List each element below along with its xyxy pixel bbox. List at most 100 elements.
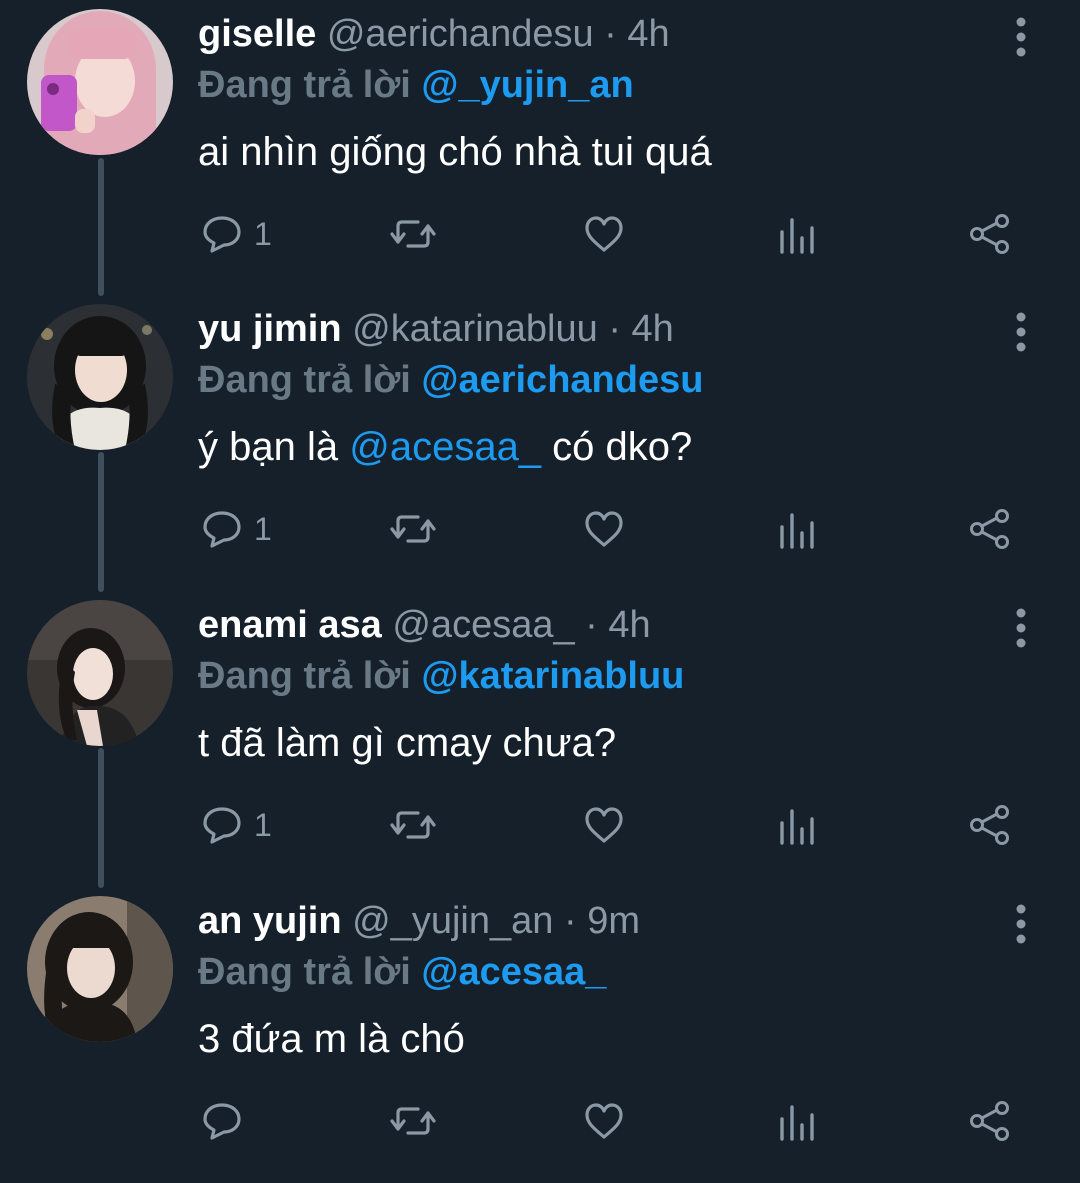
like-icon (582, 212, 626, 256)
tweet-actions: 1 (0, 204, 1080, 264)
analytics-icon (778, 507, 816, 551)
replying-to-label: Đang trả lời (198, 64, 411, 106)
conversation-thread: giselle @aerichandesu · 4h Đang trả lời … (0, 0, 1080, 1157)
retweet-button[interactable] (388, 204, 438, 264)
avatar[interactable] (27, 896, 173, 1042)
avatar[interactable] (27, 600, 173, 746)
timestamp[interactable]: 4h (608, 604, 650, 646)
reply-count: 1 (254, 215, 272, 252)
reply-button[interactable]: 1 (200, 795, 272, 855)
share-icon (968, 803, 1012, 847)
timestamp[interactable]: 9m (587, 900, 640, 942)
tweet[interactable]: yu jimin @katarinabluu · 4h Đang trả lời… (0, 295, 1080, 591)
user-handle[interactable]: @acesaa_ (392, 604, 574, 646)
replying-to-label: Đang trả lời (198, 951, 411, 993)
analytics-button[interactable] (778, 795, 816, 855)
retweet-icon (388, 803, 438, 847)
tweet-text-part: ai nhìn giống chó nhà tui quá (198, 130, 712, 174)
reply-count: 1 (254, 510, 272, 547)
analytics-icon (778, 1099, 816, 1143)
tweet[interactable]: giselle @aerichandesu · 4h Đang trả lời … (0, 0, 1080, 296)
retweet-button[interactable] (388, 795, 438, 855)
timestamp[interactable]: 4h (632, 308, 674, 350)
tweet-header: an yujin @_yujin_an · 9m (198, 897, 640, 945)
share-button[interactable] (968, 204, 1012, 264)
separator-dot: · (563, 900, 577, 942)
replying-to: Đang trả lời @katarinabluu (198, 651, 684, 701)
like-button[interactable] (582, 1091, 626, 1151)
analytics-button[interactable] (778, 499, 816, 559)
share-icon (968, 1099, 1012, 1143)
analytics-icon (778, 803, 816, 847)
tweet-actions: 1 (0, 499, 1080, 559)
like-icon (582, 803, 626, 847)
tweet-text: ý bạn là @acesaa_ có dko? (198, 417, 692, 477)
separator-dot: · (604, 13, 617, 55)
tweet-text: t đã làm gì cmay chưa? (198, 713, 616, 773)
more-icon[interactable] (1006, 12, 1036, 62)
more-icon[interactable] (1006, 603, 1036, 653)
separator-dot: · (608, 308, 621, 350)
like-button[interactable] (582, 204, 626, 264)
more-icon[interactable] (1006, 307, 1036, 357)
reply-icon (200, 1099, 244, 1143)
retweet-icon (388, 507, 438, 551)
display-name[interactable]: an yujin (198, 900, 342, 942)
replying-to-mention[interactable]: @katarinabluu (421, 655, 684, 697)
like-button[interactable] (582, 499, 626, 559)
replying-to: Đang trả lời @aerichandesu (198, 355, 703, 405)
like-icon (582, 1099, 626, 1143)
tweet[interactable]: enami asa @acesaa_ · 4h Đang trả lời @ka… (0, 591, 1080, 887)
avatar[interactable] (27, 9, 173, 155)
tweet-text-part: ý bạn là (198, 425, 350, 469)
share-button[interactable] (968, 499, 1012, 559)
reply-button[interactable] (200, 1091, 254, 1151)
retweet-icon (388, 212, 438, 256)
replying-to-mention[interactable]: @_yujin_an (421, 64, 633, 106)
replying-to-mention[interactable]: @acesaa_ (421, 951, 606, 993)
reply-button[interactable]: 1 (200, 204, 272, 264)
tweet-header: enami asa @acesaa_ · 4h (198, 601, 651, 649)
replying-to: Đang trả lời @acesaa_ (198, 947, 606, 997)
reply-icon (200, 212, 244, 256)
tweet-header: yu jimin @katarinabluu · 4h (198, 305, 674, 353)
user-handle[interactable]: @aerichandesu (327, 13, 594, 55)
retweet-button[interactable] (388, 499, 438, 559)
tweet-mention-link[interactable]: @acesaa_ (349, 425, 541, 469)
more-icon[interactable] (1006, 899, 1036, 949)
tweet-text: ai nhìn giống chó nhà tui quá (198, 122, 712, 182)
share-icon (968, 212, 1012, 256)
reply-icon (200, 507, 244, 551)
replying-to-mention[interactable]: @aerichandesu (421, 359, 703, 401)
analytics-icon (778, 212, 816, 256)
user-handle[interactable]: @_yujin_an (352, 900, 553, 942)
display-name[interactable]: enami asa (198, 604, 382, 646)
replying-to: Đang trả lời @_yujin_an (198, 60, 634, 110)
share-icon (968, 507, 1012, 551)
tweet-header: giselle @aerichandesu · 4h (198, 10, 670, 58)
user-handle[interactable]: @katarinabluu (352, 308, 598, 350)
replying-to-label: Đang trả lời (198, 655, 411, 697)
analytics-button[interactable] (778, 204, 816, 264)
like-button[interactable] (582, 795, 626, 855)
timestamp[interactable]: 4h (627, 13, 669, 55)
reply-count: 1 (254, 806, 272, 843)
analytics-button[interactable] (778, 1091, 816, 1151)
retweet-button[interactable] (388, 1091, 438, 1151)
tweet-actions (0, 1091, 1080, 1151)
reply-button[interactable]: 1 (200, 499, 272, 559)
retweet-icon (388, 1099, 438, 1143)
share-button[interactable] (968, 1091, 1012, 1151)
tweet-text: 3 đứa m là chó (198, 1009, 465, 1069)
like-icon (582, 507, 626, 551)
share-button[interactable] (968, 795, 1012, 855)
tweet-text-part: 3 đứa m là chó (198, 1017, 465, 1061)
avatar[interactable] (27, 304, 173, 450)
replying-to-label: Đang trả lời (198, 359, 411, 401)
display-name[interactable]: yu jimin (198, 308, 342, 350)
tweet-actions: 1 (0, 795, 1080, 855)
display-name[interactable]: giselle (198, 13, 316, 55)
tweet-text-part: có dko? (541, 425, 693, 469)
reply-icon (200, 803, 244, 847)
tweet[interactable]: an yujin @_yujin_an · 9m Đang trả lời @a… (0, 887, 1080, 1183)
